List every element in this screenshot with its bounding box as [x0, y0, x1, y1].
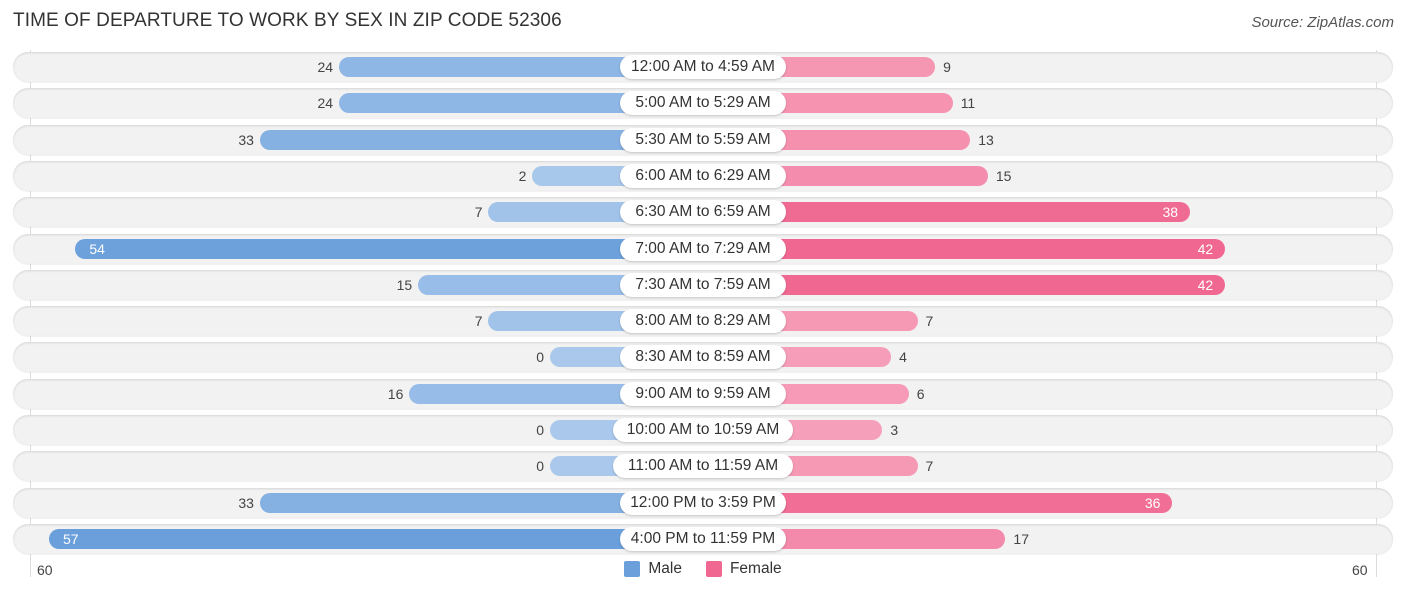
category-label: 11:00 AM to 11:59 AM	[613, 454, 793, 479]
chart-title: TIME OF DEPARTURE TO WORK BY SEX IN ZIP …	[13, 10, 562, 31]
category-label: 8:00 AM to 8:29 AM	[620, 309, 786, 334]
legend-item-female[interactable]: Female	[705, 560, 782, 578]
value-label-male: 7	[474, 313, 483, 330]
value-label-female: 11	[960, 95, 976, 112]
legend: Male Female	[0, 560, 1406, 578]
value-label-male: 2	[518, 167, 527, 184]
category-label: 8:30 AM to 8:59 AM	[620, 345, 786, 370]
value-label-male: 57	[62, 530, 79, 547]
category-label: 7:30 AM to 7:59 AM	[620, 272, 786, 297]
value-label-male: 54	[89, 240, 105, 257]
category-label: 12:00 PM to 3:59 PM	[620, 490, 786, 515]
category-label: 10:00 AM to 10:59 AM	[613, 418, 793, 442]
value-label-female: 13	[978, 131, 994, 148]
category-label: 6:00 AM to 6:29 AM	[620, 163, 786, 188]
value-label-female: 17	[1013, 530, 1029, 547]
value-label-female: 6	[916, 385, 925, 402]
value-label-female: 3	[890, 422, 899, 438]
value-label-female: 7	[925, 313, 934, 330]
value-label-male: 24	[317, 59, 334, 75]
value-label-female: 9	[943, 59, 951, 75]
legend-item-male[interactable]: Male	[624, 560, 682, 578]
category-label: 5:00 AM to 5:29 AM	[620, 91, 786, 116]
category-label: 12:00 AM to 4:59 AM	[620, 55, 786, 79]
bar-male[interactable]	[48, 528, 703, 549]
value-label-male: 0	[536, 458, 544, 475]
value-label-male: 33	[238, 131, 254, 148]
source-label: Source: ZipAtlas.com	[1251, 14, 1394, 31]
value-label-male: 0	[536, 349, 544, 366]
legend-label-female: Female	[729, 560, 782, 577]
value-label-female: 4	[899, 349, 907, 366]
category-label: 9:00 AM to 9:59 AM	[620, 381, 786, 406]
legend-swatch-female	[705, 561, 722, 577]
category-label: 7:00 AM to 7:29 AM	[620, 236, 786, 261]
category-label: 6:30 AM to 6:59 AM	[620, 200, 786, 225]
value-label-male: 33	[238, 494, 254, 511]
value-label-male: 7	[474, 204, 483, 221]
value-label-female: 36	[1144, 494, 1161, 511]
legend-label-male: Male	[648, 560, 682, 577]
value-label-female: 38	[1162, 204, 1179, 221]
value-label-female: 7	[925, 458, 934, 475]
value-label-male: 15	[396, 276, 413, 293]
value-label-male: 0	[536, 422, 544, 438]
category-label: 5:30 AM to 5:59 AM	[620, 127, 786, 152]
bar-male[interactable]	[75, 238, 703, 259]
value-label-male: 16	[387, 385, 404, 402]
value-label-female: 42	[1197, 240, 1214, 257]
value-label-male: 24	[317, 95, 334, 112]
legend-swatch-male	[624, 561, 641, 577]
category-label: 4:00 PM to 11:59 PM	[620, 526, 786, 551]
value-label-female: 42	[1197, 276, 1214, 293]
value-label-female: 15	[995, 167, 1012, 184]
